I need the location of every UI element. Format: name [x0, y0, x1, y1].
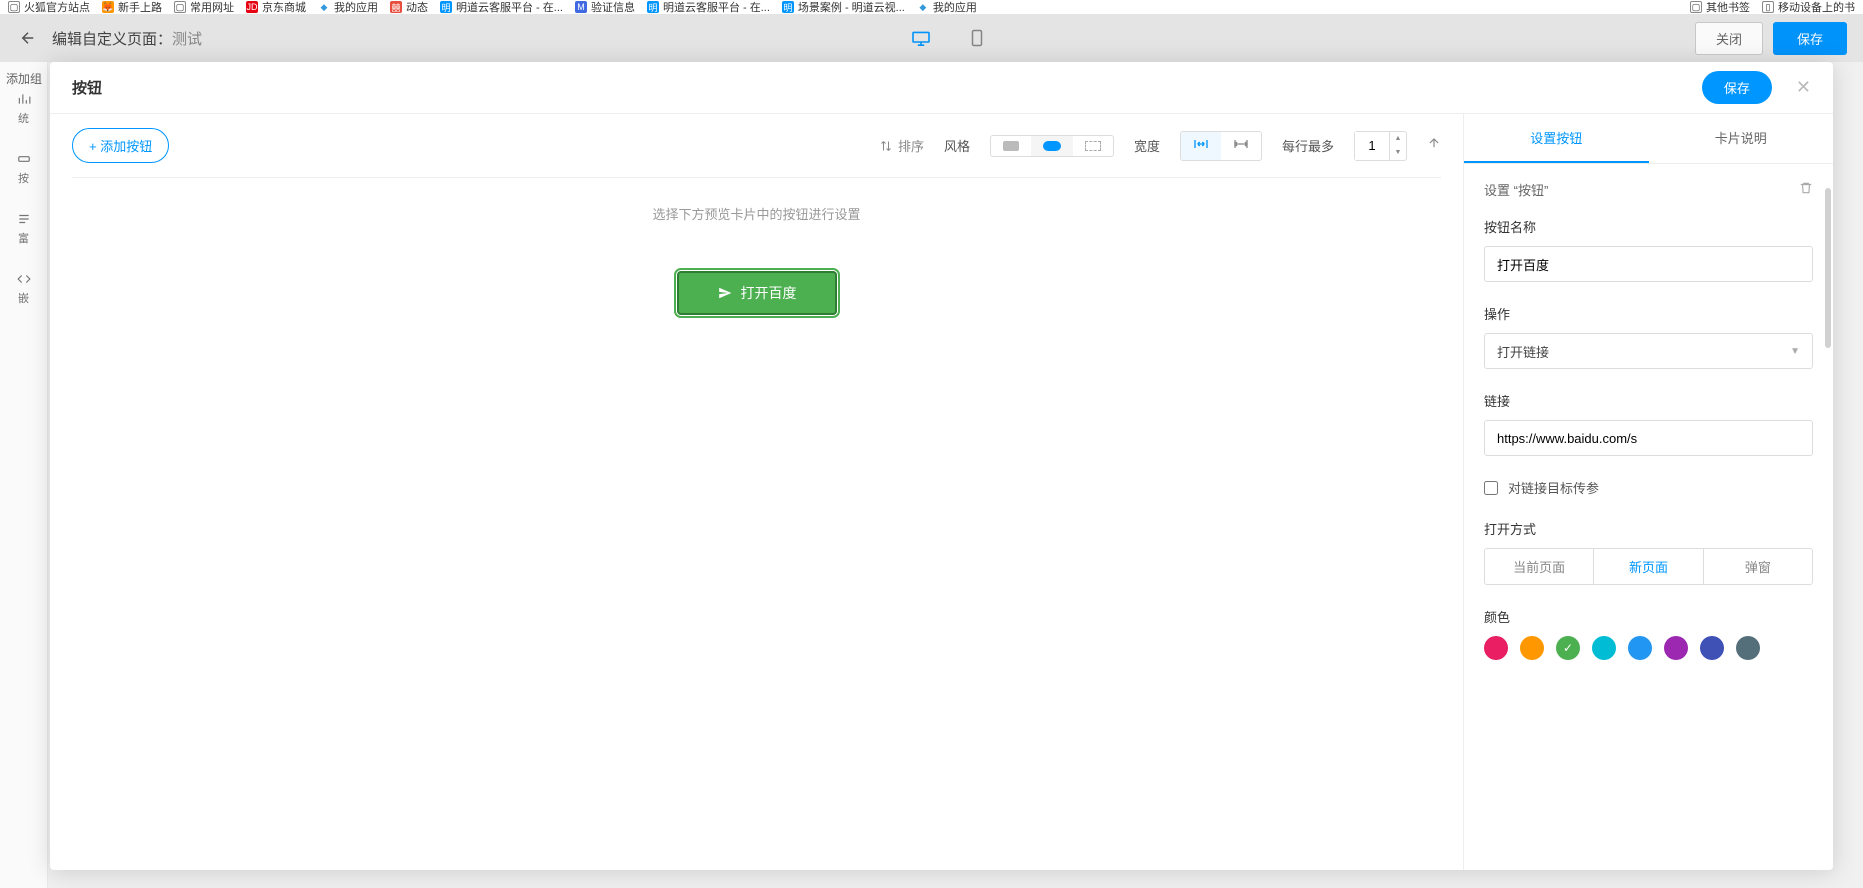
op-label: 操作	[1484, 304, 1813, 323]
width-segment	[1180, 131, 1262, 161]
modal-save-button[interactable]: 保存	[1702, 71, 1772, 104]
app-icon: 囍	[390, 1, 402, 13]
button-settings-modal: 按钮 保存 ✕ + 添加按钮 排序 风格 宽度	[50, 62, 1833, 870]
style-label: 风格	[944, 136, 970, 155]
chevron-down-icon: ▼	[1790, 346, 1800, 357]
editor-toolbar: + 添加按钮 排序 风格 宽度 每行最多	[72, 114, 1441, 178]
bookmark-item[interactable]: 明明道云客服平台 - 在...	[440, 0, 563, 14]
open-label: 打开方式	[1484, 519, 1813, 538]
color-swatches	[1484, 636, 1813, 660]
page-icon: ▢	[174, 1, 186, 13]
panel-scroll[interactable]: 按钮名称 操作 打开链接 ▼ 链接 对链接目	[1464, 215, 1833, 870]
tab-button-settings[interactable]: 设置按钮	[1464, 114, 1649, 163]
hint-text: 选择下方预览卡片中的按钮进行设置	[72, 178, 1441, 241]
operation-select[interactable]: 打开链接 ▼	[1484, 333, 1813, 369]
open-current[interactable]: 当前页面	[1485, 549, 1593, 584]
style-segment	[990, 135, 1114, 157]
delete-button[interactable]	[1799, 181, 1813, 198]
cube-icon: ◆	[318, 1, 330, 13]
jd-icon: JD	[246, 1, 258, 13]
style-outline[interactable]	[1073, 136, 1113, 156]
link-label: 链接	[1484, 391, 1813, 410]
page-icon: ▢	[8, 1, 20, 13]
mingdao-icon: 明	[440, 1, 452, 13]
cube-icon: ◆	[917, 1, 929, 13]
style-rect[interactable]	[991, 136, 1031, 156]
mingdao-icon: 明	[782, 1, 794, 13]
per-row-label: 每行最多	[1282, 136, 1334, 155]
stepper-up-icon[interactable]: ▲	[1390, 132, 1406, 146]
color-blue[interactable]	[1628, 636, 1652, 660]
firefox-icon: 🦊	[102, 1, 114, 13]
width-label: 宽度	[1134, 136, 1160, 155]
collapse-icon[interactable]	[1427, 136, 1441, 155]
open-dialog[interactable]: 弹窗	[1703, 549, 1812, 584]
color-cyan[interactable]	[1592, 636, 1616, 660]
color-purple[interactable]	[1664, 636, 1688, 660]
trash-icon	[1799, 181, 1813, 195]
bookmark-item[interactable]: 明场景案例 - 明道云视...	[782, 0, 905, 14]
modal-header: 按钮 保存 ✕	[50, 62, 1833, 114]
bookmark-item[interactable]: 囍动态	[390, 0, 428, 14]
page-icon: ▢	[1690, 1, 1702, 13]
preview-button[interactable]: 打开百度	[677, 271, 837, 315]
stepper-down-icon[interactable]: ▼	[1390, 146, 1406, 160]
bookmark-item[interactable]: ◆我的应用	[917, 0, 977, 14]
settings-panel: 设置按钮 卡片说明 设置 “按钮” 按钮名称 操作 打开链接 ▼	[1463, 114, 1833, 870]
open-mode-segment: 当前页面 新页面 弹窗	[1484, 548, 1813, 585]
bookmark-item[interactable]: JD京东商城	[246, 0, 306, 14]
param-checkbox[interactable]	[1484, 481, 1498, 495]
bookmark-item[interactable]: ▢火狐官方站点	[8, 0, 90, 14]
modal-title: 按钮	[72, 77, 102, 98]
link-input[interactable]	[1484, 420, 1813, 456]
sort-button[interactable]: 排序	[880, 136, 924, 155]
modal-close-button[interactable]: ✕	[1796, 77, 1811, 98]
scrollbar-thumb[interactable]	[1825, 188, 1831, 348]
open-new[interactable]: 新页面	[1593, 549, 1702, 584]
bookmark-item[interactable]: M验证信息	[575, 0, 635, 14]
per-row-input[interactable]	[1355, 132, 1389, 160]
color-green[interactable]	[1556, 636, 1580, 660]
add-button[interactable]: + 添加按钮	[72, 128, 169, 163]
bookmark-mobile[interactable]: ▯移动设备上的书	[1762, 0, 1855, 14]
mingdao-icon: 明	[647, 1, 659, 13]
panel-tabs: 设置按钮 卡片说明	[1464, 114, 1833, 164]
color-pink[interactable]	[1484, 636, 1508, 660]
bookmark-other[interactable]: ▢其他书签	[1690, 0, 1750, 14]
width-full[interactable]	[1221, 132, 1261, 160]
bookmark-item[interactable]: ◆我的应用	[318, 0, 378, 14]
bookmark-item[interactable]: 🦊新手上路	[102, 0, 162, 14]
mobile-icon: ▯	[1762, 1, 1774, 13]
style-pill[interactable]	[1031, 136, 1073, 156]
browser-bookmark-bar: ▢火狐官方站点 🦊新手上路 ▢常用网址 JD京东商城 ◆我的应用 囍动态 明明道…	[0, 0, 1863, 14]
param-checkbox-label[interactable]: 对链接目标传参	[1484, 478, 1813, 497]
m-icon: M	[575, 1, 587, 13]
name-label: 按钮名称	[1484, 217, 1813, 236]
color-indigo[interactable]	[1700, 636, 1724, 660]
editor-area: + 添加按钮 排序 风格 宽度 每行最多	[50, 114, 1463, 870]
color-label: 颜色	[1484, 607, 1813, 626]
per-row-stepper[interactable]: ▲ ▼	[1354, 131, 1407, 161]
color-orange[interactable]	[1520, 636, 1544, 660]
color-bluegrey[interactable]	[1736, 636, 1760, 660]
bookmark-item[interactable]: ▢常用网址	[174, 0, 234, 14]
preview-card: 打开百度	[72, 241, 1441, 345]
send-icon	[717, 286, 733, 300]
button-name-input[interactable]	[1484, 246, 1813, 282]
panel-subheader: 设置 “按钮”	[1464, 164, 1833, 215]
bookmark-item[interactable]: 明明道云客服平台 - 在...	[647, 0, 770, 14]
tab-card-desc[interactable]: 卡片说明	[1649, 114, 1834, 163]
width-fit[interactable]	[1181, 132, 1221, 160]
